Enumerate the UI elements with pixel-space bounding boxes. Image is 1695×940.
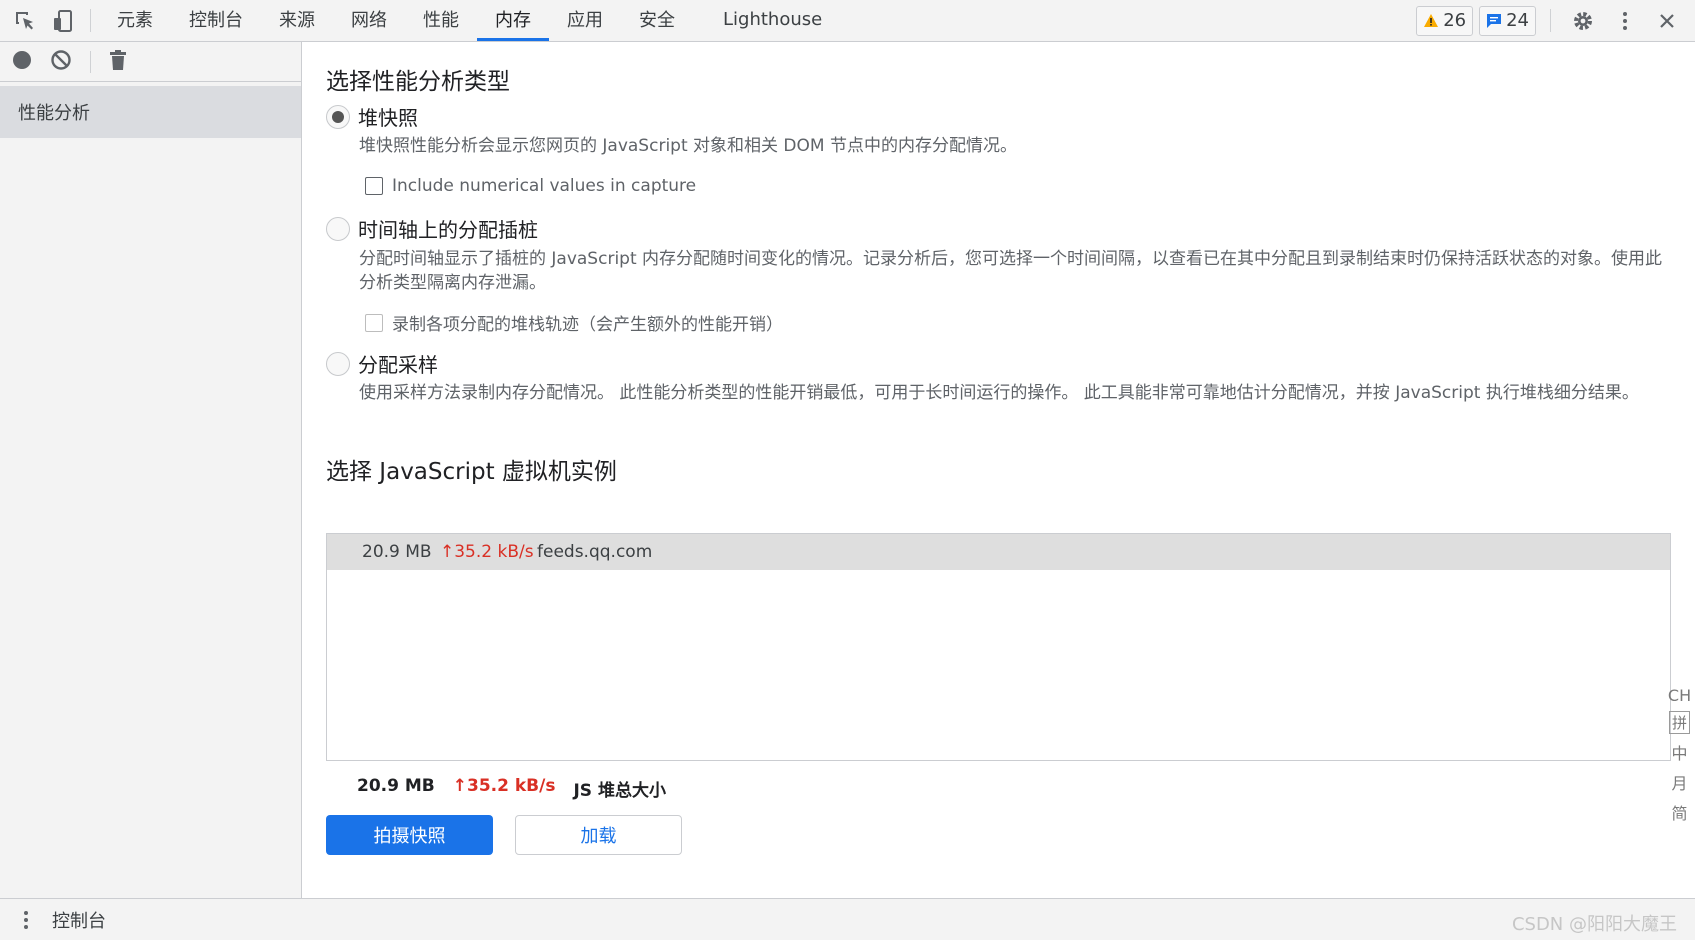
record-stack-traces-option[interactable]: 录制各项分配的堆栈轨迹（会产生额外的性能开销） [365, 310, 783, 335]
gear-icon[interactable] [1565, 3, 1601, 39]
divider [90, 9, 91, 32]
include-numerical-values-option[interactable]: Include numerical values in capture [365, 176, 696, 196]
vm-instance-row[interactable]: 20.9 MB ↑35.2 kB/s feeds.qq.com [327, 534, 1670, 570]
vm-host: feeds.qq.com [537, 542, 653, 562]
option-description: 堆快照性能分析会显示您网页的 JavaScript 对象和相关 DOM 节点中的… [359, 136, 1017, 156]
warnings-badge[interactable]: 26 [1416, 5, 1474, 36]
profiles-sidebar: 性能分析 [0, 42, 302, 898]
total-heap-size: 20.9 MB [357, 776, 435, 796]
ime-toolbar[interactable]: CH 拼 中 月 简 [1664, 686, 1695, 824]
ime-chinese[interactable]: 中 [1671, 740, 1687, 764]
messages-badge[interactable]: 24 [1479, 5, 1536, 36]
total-heap-rate: ↑35.2 kB/s [452, 776, 556, 796]
heap-summary: 20.9 MB ↑35.2 kB/s JS 堆总大小 [357, 776, 666, 801]
divider [1550, 9, 1551, 32]
option-description: 分配时间轴显示了插桩的 JavaScript 内存分配随时间变化的情况。记录分析… [359, 249, 1663, 293]
option-description: 使用采样方法录制内存分配情况。 此性能分析类型的性能开销最低，可用于长时间运行的… [359, 383, 1639, 403]
sidebar-toolbar [0, 42, 301, 82]
inspect-element-icon[interactable] [6, 0, 44, 41]
tab-memory[interactable]: 内存 [477, 0, 549, 41]
messages-count: 24 [1506, 10, 1529, 31]
tab-elements[interactable]: 元素 [99, 0, 171, 41]
tab-security[interactable]: 安全 [621, 0, 693, 41]
ime-pinyin[interactable]: 拼 [1668, 711, 1690, 734]
more-vertical-icon[interactable] [1607, 3, 1643, 39]
option-allocation-sampling[interactable]: 分配采样 [326, 349, 438, 378]
option-heap-snapshot[interactable]: 堆快照 [326, 102, 418, 131]
option-label: 时间轴上的分配插桩 [358, 218, 538, 242]
tab-console[interactable]: 控制台 [171, 0, 261, 41]
tab-performance[interactable]: 性能 [405, 0, 477, 41]
devtools-tab-bar: 元素 控制台 来源 网络 性能 内存 应用 安全 Lighthouse 26 2… [0, 0, 1695, 42]
load-button[interactable]: 加载 [515, 815, 682, 855]
vm-heap-size: 20.9 MB [362, 542, 432, 562]
warnings-count: 26 [1443, 10, 1467, 31]
ime-simplified[interactable]: 简 [1671, 800, 1687, 824]
option-allocation-timeline[interactable]: 时间轴上的分配插桩 [326, 214, 538, 243]
radio-heap-snapshot[interactable] [326, 104, 350, 129]
checkbox-label: Include numerical values in capture [392, 176, 697, 196]
take-snapshot-button[interactable]: 拍摄快照 [326, 815, 493, 855]
warning-icon [1424, 14, 1439, 27]
trash-icon[interactable] [109, 49, 127, 75]
record-icon[interactable] [12, 50, 32, 74]
device-toggle-icon[interactable] [44, 0, 82, 41]
watermark: CSDN @阳阳大魔王 [1511, 914, 1677, 935]
divider [90, 50, 91, 73]
total-heap-label: JS 堆总大小 [573, 781, 666, 801]
checkbox-label: 录制各项分配的堆栈轨迹（会产生额外的性能开销） [392, 315, 783, 335]
include-numerical-values-checkbox[interactable] [365, 177, 383, 195]
topbar-right: 26 24 [1416, 0, 1695, 41]
devtools-window: 元素 控制台 来源 网络 性能 内存 应用 安全 Lighthouse 26 2… [0, 0, 1695, 940]
drawer-bar: 控制台 [0, 898, 1695, 940]
vm-instance-heading: 选择 JavaScript 虚拟机实例 [326, 459, 617, 485]
clear-icon[interactable] [50, 49, 72, 75]
tab-lighthouse[interactable]: Lighthouse [705, 0, 840, 41]
radio-allocation-sampling[interactable] [326, 351, 350, 376]
radio-allocation-timeline[interactable] [326, 216, 350, 241]
drawer-menu-icon[interactable] [0, 910, 52, 930]
ime-moon-icon[interactable]: 月 [1671, 770, 1687, 794]
close-icon[interactable] [1649, 3, 1685, 39]
option-label: 分配采样 [358, 353, 438, 377]
memory-panel: 选择性能分析类型 堆快照 堆快照性能分析会显示您网页的 JavaScript 对… [303, 42, 1695, 898]
tab-network[interactable]: 网络 [333, 0, 405, 41]
tab-application[interactable]: 应用 [549, 0, 621, 41]
message-icon [1487, 13, 1502, 28]
tab-sources[interactable]: 来源 [261, 0, 333, 41]
record-stack-traces-checkbox[interactable] [365, 313, 383, 332]
vm-heap-rate: ↑35.2 kB/s [440, 542, 534, 562]
ime-mode[interactable]: CH [1668, 686, 1691, 705]
sidebar-item-profiles[interactable]: 性能分析 [0, 86, 301, 138]
vm-instance-list[interactable]: 20.9 MB ↑35.2 kB/s feeds.qq.com [326, 533, 1671, 761]
profile-type-heading: 选择性能分析类型 [326, 69, 510, 95]
drawer-tab-console[interactable]: 控制台 [52, 907, 106, 933]
option-label: 堆快照 [358, 106, 418, 130]
